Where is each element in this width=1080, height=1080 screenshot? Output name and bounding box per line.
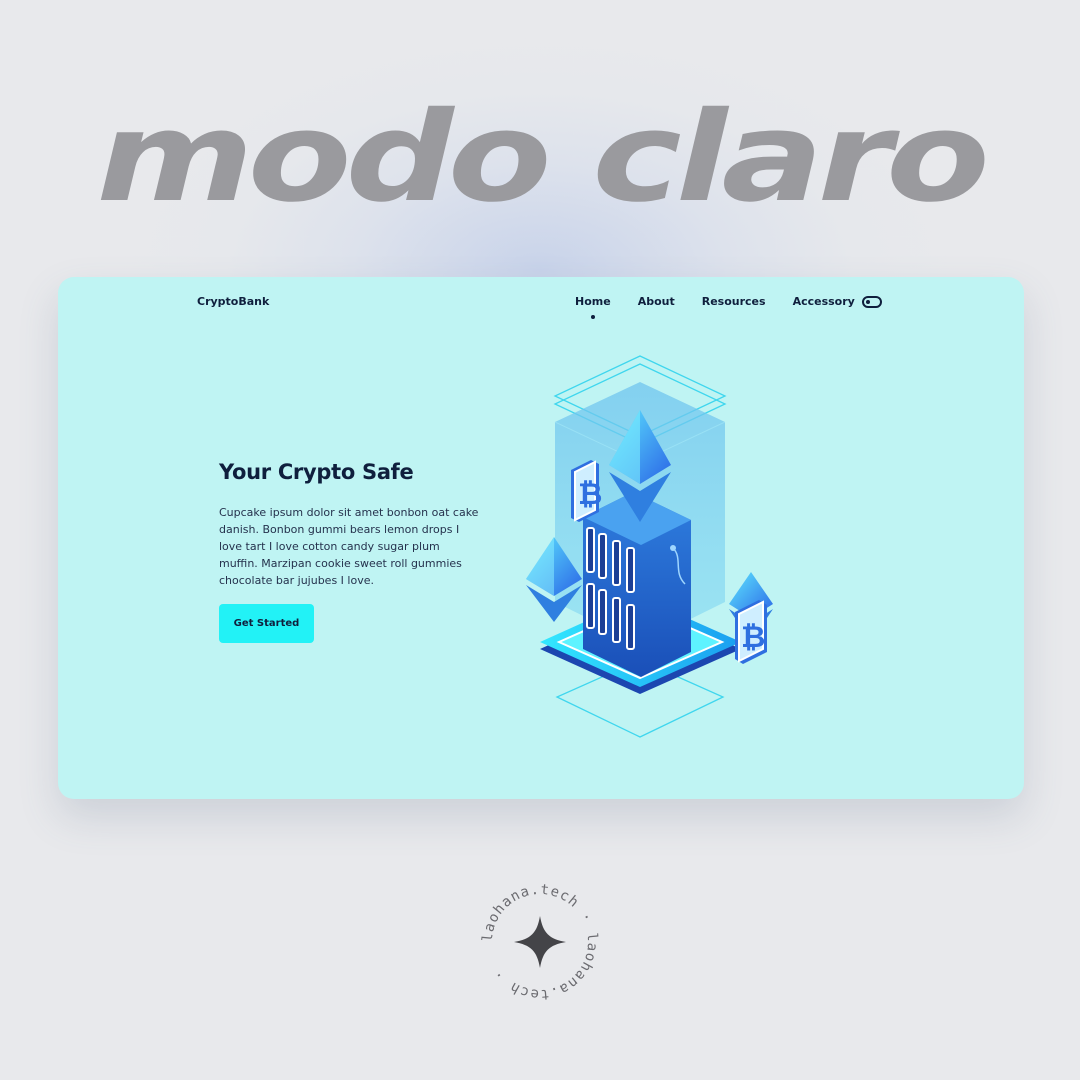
nav-item-accessory[interactable]: Accessory xyxy=(793,295,855,308)
crypto-vault-illustration: ₿ ₿ xyxy=(526,355,773,738)
nav-item-about[interactable]: About xyxy=(638,295,675,308)
nav-item-label: Home xyxy=(575,295,611,308)
page-headline: modo claro xyxy=(96,86,990,230)
nav-item-label: Accessory xyxy=(792,295,855,308)
hero-title: Your Crypto Safe xyxy=(219,460,414,484)
nav-item-home[interactable]: Home xyxy=(575,295,611,319)
main-nav: Home About Resources Accessory xyxy=(575,295,882,319)
svg-text:₿: ₿ xyxy=(578,477,602,512)
svg-text:₿: ₿ xyxy=(741,620,765,655)
sparkle-icon xyxy=(514,916,566,968)
active-indicator-dot xyxy=(590,315,595,319)
nav-item-resources[interactable]: Resources xyxy=(702,295,766,308)
toggle-knob xyxy=(866,300,870,304)
hero-description: Cupcake ipsum dolor sit amet bonbon oat … xyxy=(219,506,479,587)
server-icon xyxy=(583,492,691,677)
laohana-logo-seal: laohana.tech · laohana.tech · xyxy=(480,882,599,1002)
theme-toggle-icon[interactable] xyxy=(862,296,882,308)
website-preview-card: CryptoBank Home About Resources Accessor… xyxy=(58,277,1024,799)
nav-item-label: About xyxy=(637,295,675,308)
get-started-button[interactable]: Get Started xyxy=(219,604,314,643)
nav-item-label: Resources xyxy=(701,295,766,308)
brand-logo[interactable]: CryptoBank xyxy=(197,295,269,308)
